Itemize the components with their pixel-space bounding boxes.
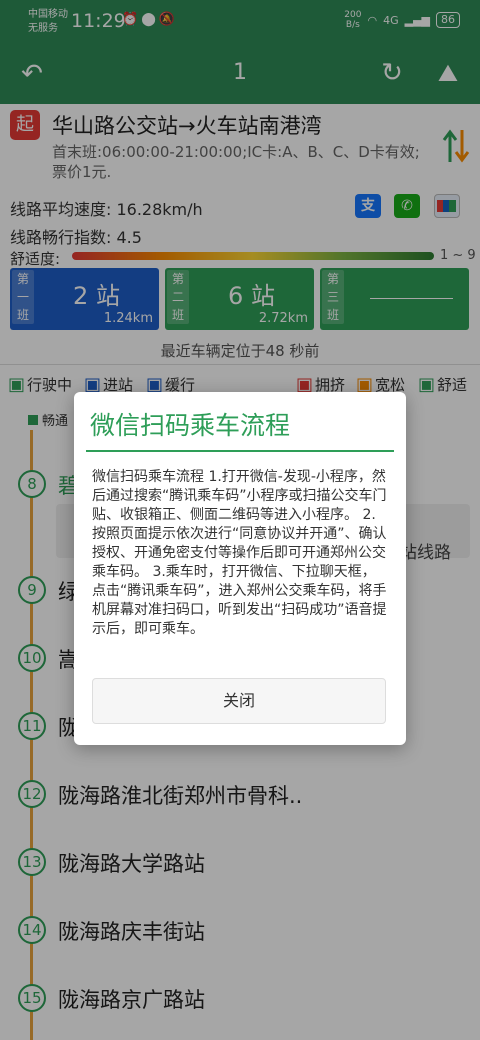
dialog-title-rule [86,450,394,452]
dialog-body: 微信扫码乘车流程 1.打开微信-发现-小程序，然后通过搜索“腾讯乘车码”小程序或… [92,469,387,637]
close-button[interactable]: 关闭 [92,678,386,724]
wechat-scan-dialog: 微信扫码乘车流程 微信扫码乘车流程 1.打开微信-发现-小程序，然后通过搜索“腾… [74,392,406,745]
dialog-title: 微信扫码乘车流程 [90,411,291,440]
